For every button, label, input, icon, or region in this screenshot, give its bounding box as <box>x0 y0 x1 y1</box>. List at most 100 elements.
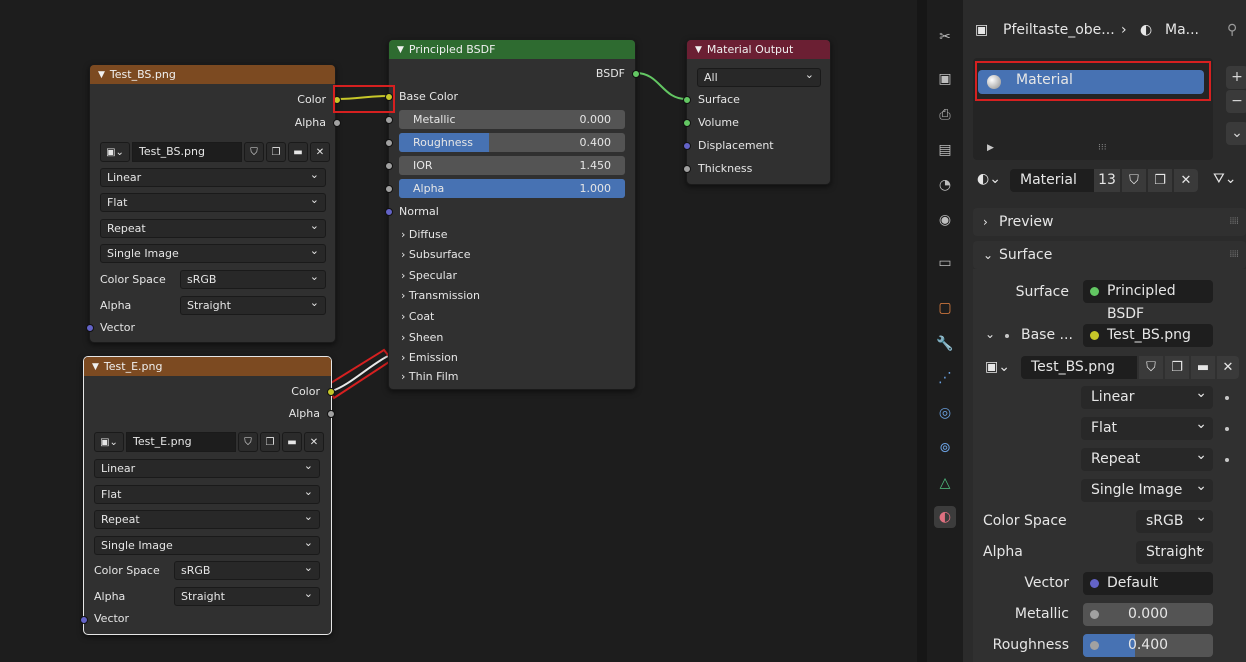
image-texture-node-1[interactable]: ▼ Test_BS.png Color Alpha ▣⌄ Test_BS.png… <box>86 64 341 343</box>
modifier-icon[interactable]: 🔧 <box>934 333 956 355</box>
input-metallic-socket[interactable] <box>385 116 393 124</box>
surface-shader-field[interactable]: Principled BSDF <box>1083 280 1213 322</box>
chevron-down-icon[interactable]: ▼ <box>98 70 105 80</box>
chevron-down-icon[interactable]: ▼ <box>695 45 702 55</box>
alpha-mode-dropdown[interactable]: Straight <box>1136 537 1213 564</box>
projection-dropdown[interactable]: Flat <box>100 191 326 212</box>
panel-specular[interactable]: › Specular <box>401 266 457 286</box>
chevron-down-icon[interactable]: ▼ <box>92 362 99 372</box>
image-name-field[interactable]: Test_E.png <box>126 432 236 452</box>
open-folder-icon[interactable]: ▬ <box>282 432 302 452</box>
surface-section-header[interactable]: ⌄ Surface ⁞⁞⁞⁞ <box>973 241 1246 269</box>
fake-user-icon[interactable]: ⛉ <box>244 142 264 162</box>
node-header[interactable]: ▼ Material Output <box>687 40 830 59</box>
user-count-button[interactable]: 13 <box>1094 169 1120 192</box>
vector-field[interactable]: Default <box>1083 572 1213 595</box>
render-icon[interactable]: ▣ <box>934 68 956 90</box>
duplicate-icon[interactable]: ❐ <box>1148 169 1172 192</box>
object-icon[interactable]: ▢ <box>934 297 956 319</box>
input-vector-socket[interactable] <box>80 616 88 624</box>
projection-dropdown[interactable]: Flat <box>94 483 320 504</box>
view-layer-icon[interactable]: ▤ <box>934 139 956 161</box>
metallic-slider[interactable]: Metallic 0.000 <box>399 110 625 129</box>
close-icon[interactable]: ✕ <box>310 142 330 162</box>
world-icon[interactable]: ◉ <box>934 209 956 231</box>
panel-subsurface[interactable]: › Subsurface <box>401 245 471 265</box>
panel-diffuse[interactable]: › Diffuse <box>401 225 447 245</box>
image-browse-icon[interactable]: ▣⌄ <box>100 142 130 162</box>
particles-icon[interactable]: ⋰ <box>934 367 956 389</box>
alpha-mode-dropdown[interactable]: Straight <box>174 585 320 606</box>
output-icon[interactable]: ⎙ <box>934 104 956 126</box>
color-space-dropdown[interactable]: sRGB <box>180 268 326 289</box>
remove-slot-button[interactable]: − <box>1226 90 1246 113</box>
alpha-slider[interactable]: Alpha 1.000 <box>399 179 625 198</box>
extension-dropdown[interactable]: Repeat <box>100 217 326 238</box>
close-icon[interactable]: ✕ <box>1174 169 1198 192</box>
image-browse-icon[interactable]: ▣⌄ <box>94 432 124 452</box>
browse-material-icon[interactable]: ◐⌄ <box>977 171 1001 187</box>
close-icon[interactable]: ✕ <box>1217 356 1239 379</box>
duplicate-icon[interactable]: ❐ <box>266 142 286 162</box>
add-slot-button[interactable]: + <box>1226 66 1246 89</box>
projection-dropdown[interactable]: Flat <box>1081 413 1213 440</box>
input-normal-socket[interactable] <box>385 208 393 216</box>
pin-icon[interactable]: ⚲ <box>1227 22 1237 38</box>
open-folder-icon[interactable]: ▬ <box>1191 356 1215 379</box>
tool-icon[interactable]: ✂ <box>934 26 956 48</box>
physics-icon[interactable]: ◎ <box>934 402 956 424</box>
drag-grip-icon[interactable]: ⁞⁞⁞⁞ <box>1229 208 1239 236</box>
output-alpha-socket[interactable] <box>333 119 341 127</box>
slot-specials-button[interactable]: ⌄ <box>1226 122 1246 145</box>
chevron-down-icon[interactable]: ⌄ <box>985 327 995 341</box>
fake-user-icon[interactable]: ⛉ <box>238 432 258 452</box>
constraints-icon[interactable]: ⊚ <box>934 437 956 459</box>
interpolation-dropdown[interactable]: Linear <box>100 166 326 187</box>
node-tree-icon[interactable]: ⛛⌄ <box>1213 171 1237 187</box>
roughness-slider[interactable]: 0.400 <box>1083 634 1213 657</box>
close-icon[interactable]: ✕ <box>304 432 324 452</box>
source-dropdown[interactable]: Single Image <box>1081 475 1213 502</box>
color-space-dropdown[interactable]: sRGB <box>174 559 320 580</box>
output-alpha-socket[interactable] <box>327 410 335 418</box>
node-header[interactable]: ▼ Test_E.png <box>84 357 331 376</box>
duplicate-icon[interactable]: ❐ <box>260 432 280 452</box>
ior-slider[interactable]: IOR 1.450 <box>399 156 625 175</box>
duplicate-icon[interactable]: ❐ <box>1165 356 1189 379</box>
image-selector[interactable]: ▣⌄ Test_E.png ⛉ ❐ ▬ ✕ <box>94 432 324 452</box>
drag-grip-icon[interactable]: ⁞⁞⁞⁞ <box>1229 241 1239 269</box>
input-alpha-socket[interactable] <box>385 185 393 193</box>
resize-grip-icon[interactable]: ⁝⁝⁝ <box>1098 143 1107 153</box>
interpolation-dropdown[interactable]: Linear <box>94 457 320 478</box>
image-name-field[interactable]: Test_BS.png <box>1021 356 1137 379</box>
input-roughness-socket[interactable] <box>385 139 393 147</box>
extension-dropdown[interactable]: Repeat <box>1081 444 1213 471</box>
image-browse-icon[interactable]: ▣⌄ <box>985 359 1010 375</box>
input-ior-socket[interactable] <box>385 162 393 170</box>
image-texture-node-2[interactable]: ▼ Test_E.png Color Alpha ▣⌄ Test_E.png ⛉… <box>80 356 335 635</box>
image-name-field[interactable]: Test_BS.png <box>132 142 242 162</box>
material-output-node[interactable]: ▼ Material Output All Surface Volume Dis… <box>683 39 831 185</box>
alpha-mode-dropdown[interactable]: Straight <box>180 294 326 315</box>
color-space-dropdown[interactable]: sRGB <box>1136 506 1213 533</box>
collection-icon[interactable]: ▭ <box>934 252 956 274</box>
panel-sheen[interactable]: › Sheen <box>401 328 443 348</box>
panel-emission[interactable]: › Emission <box>401 348 458 368</box>
fake-user-icon[interactable]: ⛉ <box>1122 169 1146 192</box>
preview-section-header[interactable]: › Preview ⁞⁞⁞⁞ <box>973 208 1246 236</box>
roughness-slider[interactable]: Roughness 0.400 <box>399 133 625 152</box>
input-volume-socket[interactable] <box>683 119 691 127</box>
principled-bsdf-node[interactable]: ▼ Principled BSDF BSDF Base Color Metall… <box>385 39 640 390</box>
chevron-down-icon[interactable]: ▼ <box>397 45 404 55</box>
open-folder-icon[interactable]: ▬ <box>288 142 308 162</box>
input-surface-socket[interactable] <box>683 96 691 104</box>
panel-coat[interactable]: › Coat <box>401 307 434 327</box>
input-thickness-socket[interactable] <box>683 165 691 173</box>
source-dropdown[interactable]: Single Image <box>94 534 320 555</box>
interpolation-dropdown[interactable]: Linear <box>1081 382 1213 409</box>
node-header[interactable]: ▼ Test_BS.png <box>90 65 335 84</box>
output-color-socket[interactable] <box>327 388 335 396</box>
target-dropdown[interactable]: All <box>697 66 821 87</box>
extension-dropdown[interactable]: Repeat <box>94 508 320 529</box>
data-icon[interactable]: △ <box>934 472 956 494</box>
